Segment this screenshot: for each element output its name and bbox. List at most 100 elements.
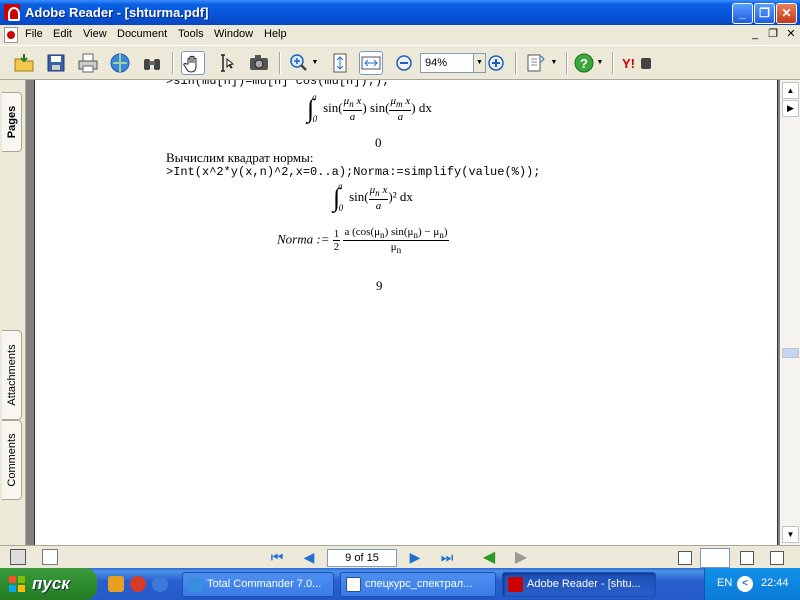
yahoo-icon[interactable]: Y! (620, 51, 654, 75)
fit-height-icon[interactable] (328, 51, 352, 75)
svg-text:Y!: Y! (622, 56, 635, 71)
help-dropdown-icon[interactable]: ▼ (594, 51, 606, 75)
doc-restore-icon[interactable]: ❐ (766, 28, 780, 42)
maple-command-cut: >sin(mu[n])=mu[n]*cos(mu[n]);); (166, 80, 390, 88)
menu-window[interactable]: Window (214, 28, 253, 40)
fraction: μn xa (368, 184, 389, 212)
tab-comments-label: Comments (5, 433, 18, 487)
tab-attachments-label: Attachments (5, 344, 18, 406)
tab-pages[interactable]: Pages (2, 92, 22, 152)
toolbar-separator (515, 52, 516, 74)
system-tray: EN < 22:44 (704, 568, 800, 600)
continuous-icon[interactable] (700, 548, 730, 568)
help-icon[interactable]: ? (572, 51, 596, 75)
menu-help[interactable]: Help (264, 28, 287, 40)
language-indicator[interactable]: EN (717, 577, 732, 589)
denominator: 2 (333, 241, 340, 254)
fit-width-icon[interactable] (359, 51, 383, 75)
numerator-part: a (cos(μ (344, 226, 381, 238)
document-icon[interactable] (4, 27, 18, 43)
email-icon[interactable] (108, 51, 132, 75)
menu-view[interactable]: View (83, 28, 107, 40)
last-page-icon[interactable]: ⏭ (438, 549, 456, 567)
scroll-down-icon[interactable]: ▼ (782, 526, 799, 543)
facing-icon[interactable] (740, 551, 754, 565)
print-icon[interactable] (76, 51, 100, 75)
toolbar: ▼ 94% ▼ ▼ ? ▼ Y! (0, 45, 800, 80)
scroll-right-icon[interactable]: ▶ (782, 100, 799, 117)
hand-tool-icon[interactable] (181, 51, 205, 75)
quicklaunch-media-icon[interactable] (130, 576, 146, 592)
menu-file[interactable]: File (25, 28, 43, 40)
scroll-thumb[interactable] (782, 348, 799, 358)
menu-bar: File Edit View Document Tools Window Hel… (0, 25, 800, 45)
menu-tools[interactable]: Tools (178, 28, 204, 40)
window-title: Adobe Reader - [shturma.pdf] (25, 5, 209, 20)
page-size-icon[interactable] (42, 549, 58, 565)
integral-1: ∫a0sin(μn x a) sin(μm x a) dx (307, 92, 432, 124)
navigation-pane-tabs: Pages Attachments Comments (0, 80, 26, 545)
show-hidden-icons-icon[interactable]: < (737, 576, 753, 592)
maximize-button[interactable]: ❐ (754, 3, 775, 24)
denominator: a (349, 110, 356, 123)
integral-text: ) sin( (362, 99, 390, 115)
go-forward-icon[interactable]: ▶ (512, 549, 530, 567)
integral-text: sin( (323, 99, 343, 115)
open-icon[interactable] (12, 51, 36, 75)
menu-edit[interactable]: Edit (53, 28, 72, 40)
integral-text: ) dx (411, 99, 432, 115)
search-binoculars-icon[interactable] (140, 51, 164, 75)
doc-close-icon[interactable]: ✕ (784, 28, 798, 42)
close-button[interactable]: ✕ (776, 3, 797, 24)
zoom-in-tool-icon[interactable] (287, 51, 311, 75)
svg-text:?: ? (580, 56, 588, 71)
next-page-icon[interactable]: ▶ (406, 549, 424, 567)
numerator: 1 (332, 228, 341, 242)
scroll-up-icon[interactable]: ▲ (782, 82, 799, 99)
integral-lower-limit: 0 (338, 202, 344, 213)
zoom-input[interactable]: 94% (420, 53, 474, 73)
start-label: пуск (32, 574, 70, 593)
page-layout-dropdown-icon[interactable]: ▼ (548, 51, 560, 75)
single-page-icon[interactable] (678, 551, 692, 565)
toggle-panel-icon[interactable] (10, 549, 26, 565)
start-button[interactable]: пуск (0, 568, 97, 600)
minimize-button[interactable]: _ (732, 3, 753, 24)
numerator-part: ) (443, 226, 448, 238)
adobe-reader-icon (508, 577, 523, 592)
first-page-icon[interactable]: ⏮ (268, 549, 286, 567)
page-layout-icon[interactable] (524, 51, 548, 75)
variable: x (402, 95, 411, 108)
zoom-tool-dropdown-icon[interactable]: ▼ (309, 51, 321, 75)
save-icon[interactable] (44, 51, 68, 75)
doc-minimize-icon[interactable]: _ (748, 28, 762, 42)
previous-page-icon[interactable]: ◀ (300, 549, 318, 567)
continuous-facing-icon[interactable] (770, 551, 784, 565)
numerator-part: ) − μ (417, 226, 440, 238)
toolbar-separator (612, 52, 613, 74)
task-label: Adobe Reader - [shtu... (527, 578, 641, 590)
toolbar-separator (279, 52, 280, 74)
page-number: 9 (376, 278, 383, 293)
tab-comments[interactable]: Comments (2, 420, 22, 500)
vertical-scrollbar[interactable]: ▲ ▶ ▼ (780, 80, 800, 545)
zoom-out-icon[interactable] (392, 51, 416, 75)
go-back-icon[interactable]: ◀ (480, 549, 498, 567)
clock[interactable]: 22:44 (761, 577, 789, 589)
page-number-input[interactable]: 9 of 15 (327, 549, 397, 567)
total-commander-icon (188, 577, 203, 592)
zoom-in-icon[interactable] (484, 51, 508, 75)
document-view[interactable]: >sin(mu[n])=mu[n]*cos(mu[n]);); ∫a0sin(μ… (26, 80, 780, 545)
quicklaunch-icon[interactable] (108, 576, 124, 592)
tab-attachments[interactable]: Attachments (2, 330, 22, 420)
task-total-commander[interactable]: Total Commander 7.0... (182, 572, 334, 597)
snapshot-icon[interactable] (247, 51, 271, 75)
app-window: Adobe Reader - [shturma.pdf] _ ❐ ✕ File … (0, 0, 800, 600)
task-label: Total Commander 7.0... (207, 578, 322, 590)
menu-document[interactable]: Document (117, 28, 167, 40)
select-text-icon[interactable] (213, 51, 237, 75)
quicklaunch-browser-icon[interactable] (152, 576, 168, 592)
task-adobe-reader[interactable]: Adobe Reader - [shtu... (502, 572, 656, 597)
title-bar[interactable]: Adobe Reader - [shturma.pdf] _ ❐ ✕ (0, 0, 800, 25)
task-word-document[interactable]: спецкурс_спектрал... (340, 572, 496, 597)
